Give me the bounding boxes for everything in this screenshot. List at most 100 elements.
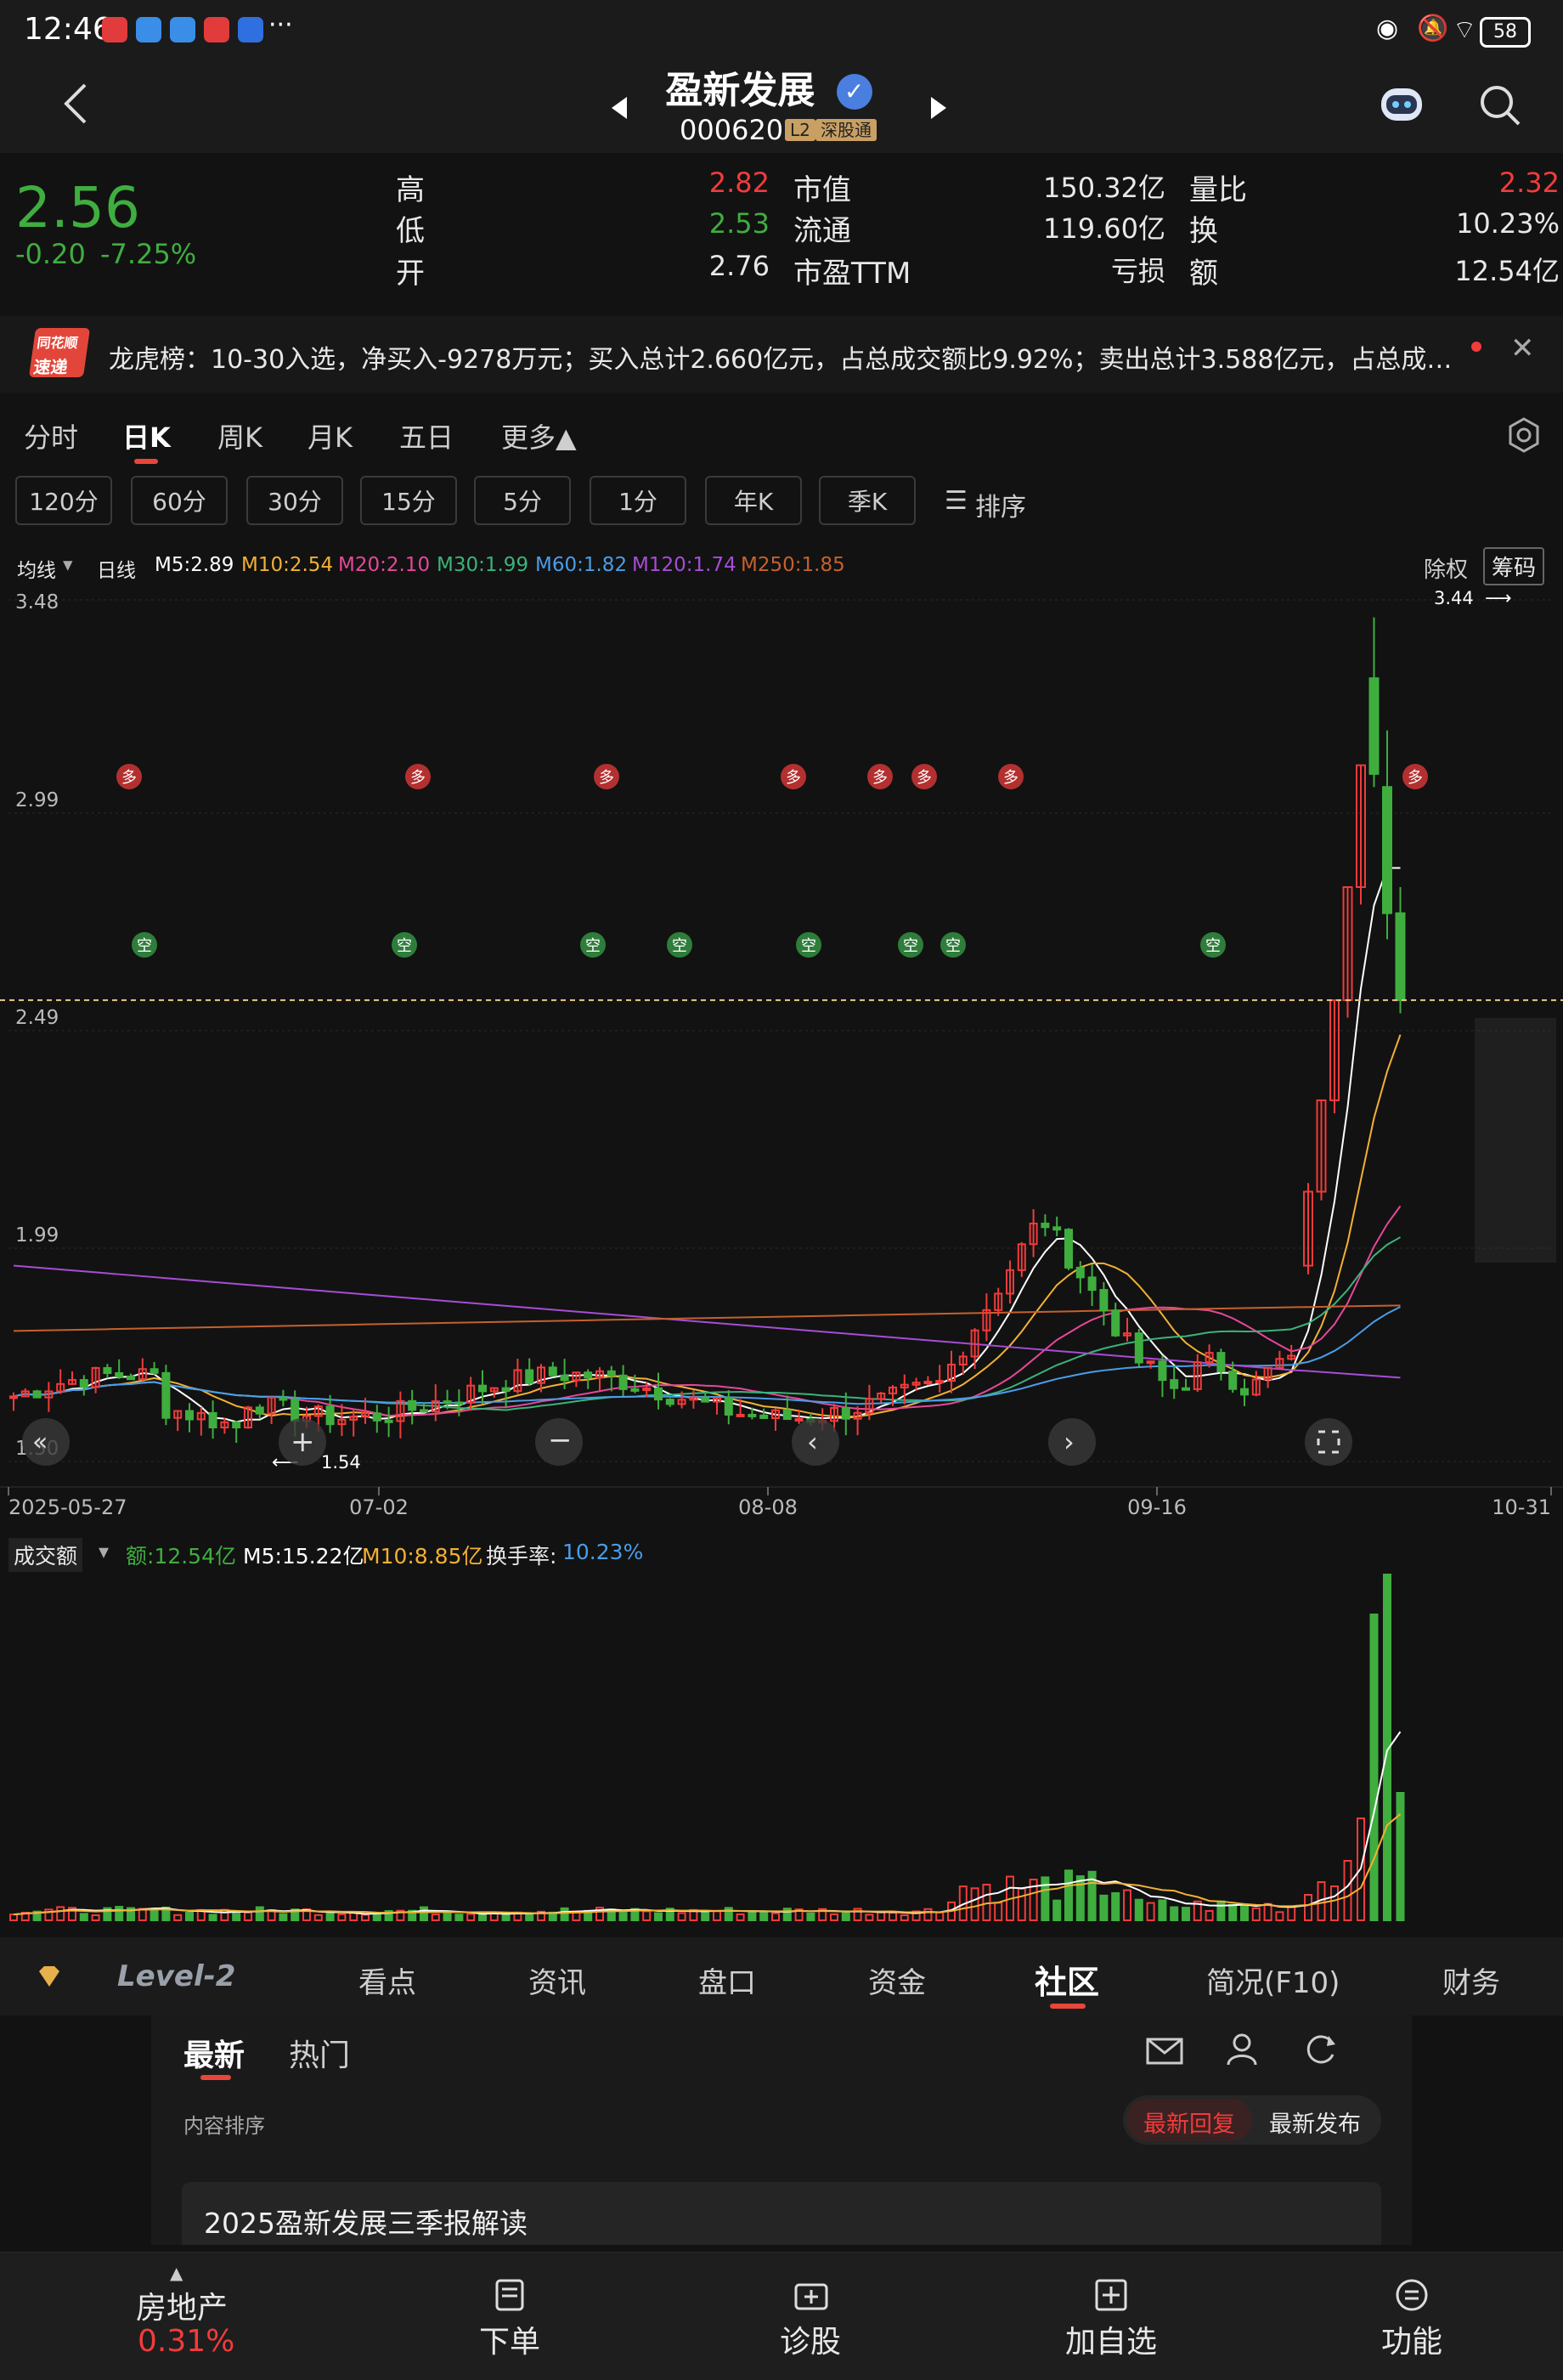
ma-type-select[interactable]: 均线 xyxy=(17,554,56,583)
interval-season-k[interactable]: 季K xyxy=(819,476,916,525)
fullscreen-icon[interactable] xyxy=(1305,1418,1352,1466)
interval-year-k[interactable]: 年K xyxy=(705,476,802,525)
sort-latest-publish[interactable]: 最新发布 xyxy=(1269,2106,1361,2139)
scroll-right-icon[interactable]: › xyxy=(1048,1418,1096,1466)
volume-bar xyxy=(420,1906,428,1921)
candle xyxy=(560,1374,569,1382)
volume-bar xyxy=(325,1912,335,1922)
interval-1m[interactable]: 1分 xyxy=(590,476,686,525)
tab-orderbook[interactable]: 盘口 xyxy=(698,1959,756,2001)
volume-chart[interactable] xyxy=(0,1574,1563,1924)
tab-monthly-k[interactable]: 月K xyxy=(308,416,353,455)
volume-bar xyxy=(1111,1891,1120,1922)
tab-hot[interactable]: 热门 xyxy=(289,2031,350,2075)
sector-name[interactable]: 房地产 xyxy=(136,2283,228,2327)
sort-button[interactable]: 排序 xyxy=(975,486,1026,523)
candle xyxy=(232,1421,241,1428)
tab-funds[interactable]: 资金 xyxy=(868,1959,926,2001)
mute-icon: 🔕 xyxy=(1417,14,1449,43)
chevron-down-icon[interactable]: ▾ xyxy=(99,1540,109,1563)
post-card[interactable]: 2025盈新发展三季报解读 xyxy=(182,2182,1381,2245)
tab-community[interactable]: 社区 xyxy=(1035,1956,1099,2003)
add-watchlist-icon[interactable] xyxy=(1094,2278,1128,2312)
close-icon[interactable]: ✕ xyxy=(1510,331,1535,365)
x-tick-label: 10-31 xyxy=(1492,1495,1551,1519)
tab-weekly-k[interactable]: 周K xyxy=(217,416,262,455)
candle xyxy=(841,1407,850,1420)
function-icon[interactable] xyxy=(1395,2278,1429,2312)
diagnose-button[interactable]: 诊股 xyxy=(725,2317,895,2361)
interval-5m[interactable]: 5分 xyxy=(474,476,571,525)
volume-bar xyxy=(1330,1885,1339,1921)
chips-toggle[interactable]: 筹码 xyxy=(1483,547,1545,585)
dragon-list-banner[interactable]: 同花顺 速递 龙虎榜：10-30入选，净买入-9278万元；买入总计2.660亿… xyxy=(0,316,1563,393)
zoom-in-icon[interactable]: + xyxy=(279,1418,326,1466)
candle xyxy=(1075,1266,1085,1279)
interval-30m[interactable]: 30分 xyxy=(246,476,343,525)
candle xyxy=(208,1411,217,1429)
tab-level2[interactable]: Level-2 xyxy=(117,1959,235,1993)
refresh-icon[interactable] xyxy=(1301,2031,1339,2068)
max-arrow-icon: ⟶ xyxy=(1485,588,1512,609)
chevron-down-icon[interactable]: ▾ xyxy=(63,554,73,576)
function-button[interactable]: 功能 xyxy=(1327,2317,1497,2361)
volume-bar xyxy=(1052,1899,1062,1922)
ma-line-label: 日线 xyxy=(97,560,136,582)
open-label: 开 xyxy=(396,257,425,291)
scroll-left-icon[interactable]: ‹ xyxy=(792,1418,839,1466)
y-tick-label: 2.99 xyxy=(15,789,59,811)
volume-bar xyxy=(478,1913,487,1921)
tab-daily-k[interactable]: 日K xyxy=(122,416,171,455)
current-price: 2.56 xyxy=(15,175,140,240)
interval-60m[interactable]: 60分 xyxy=(131,476,228,525)
exright-toggle[interactable]: 除权 xyxy=(1424,552,1468,584)
next-stock-icon[interactable] xyxy=(928,95,948,121)
tab-more[interactable]: 更多▲ xyxy=(501,416,577,455)
tab-intraday[interactable]: 分时 xyxy=(24,416,78,455)
volume-type-select[interactable]: 成交额 xyxy=(8,1538,83,1572)
zoom-out-icon[interactable]: − xyxy=(535,1418,583,1466)
tab-news[interactable]: 资讯 xyxy=(528,1959,586,2001)
sort-latest-reply[interactable]: 最新回复 xyxy=(1143,2106,1235,2139)
order-icon[interactable] xyxy=(494,2278,525,2312)
diagnose-icon[interactable] xyxy=(793,2278,829,2312)
volume-bar xyxy=(1205,1909,1214,1922)
chat-app-icon xyxy=(238,17,263,42)
candle xyxy=(665,1399,674,1405)
volume-bar xyxy=(771,1912,780,1922)
sort-toggle: 最新回复 最新发布 xyxy=(1123,2095,1381,2145)
kline-chart[interactable]: 3.482.992.491.991.50 空空空空空空空空多多多多多多多多 20… xyxy=(0,586,1563,1529)
long-signal: 多 xyxy=(121,769,137,787)
diamond-icon xyxy=(39,1966,59,1987)
volume-bar xyxy=(748,1910,757,1922)
candle xyxy=(185,1410,194,1421)
tab-f10[interactable]: 简况(F10) xyxy=(1206,1959,1340,2001)
candle xyxy=(630,1388,640,1392)
sort-icon[interactable]: ☰ xyxy=(945,486,968,516)
tab-finance[interactable]: 财务 xyxy=(1442,1959,1500,2001)
robot-assistant-icon[interactable] xyxy=(1376,80,1427,127)
candle xyxy=(1228,1371,1238,1390)
battery-icon: 58 xyxy=(1480,17,1531,48)
volume-legend: 成交额 ▾ 额:12.54亿 M5:15.22亿 M10:8.85亿 换手率: … xyxy=(0,1533,1563,1574)
tab-latest[interactable]: 最新 xyxy=(183,2031,245,2075)
interval-15m[interactable]: 15分 xyxy=(360,476,457,525)
candle xyxy=(127,1375,135,1381)
chevron-up-icon[interactable]: ▲ xyxy=(170,2263,183,2283)
tab-highlights[interactable]: 看点 xyxy=(358,1959,416,2001)
settings-icon[interactable] xyxy=(1505,416,1543,454)
user-icon[interactable] xyxy=(1223,2031,1261,2068)
rewind-icon[interactable]: « xyxy=(22,1418,70,1466)
interval-120m[interactable]: 120分 xyxy=(15,476,112,525)
news-logo: 同花顺 速递 xyxy=(28,328,91,377)
mail-icon[interactable] xyxy=(1145,2034,1184,2068)
order-button[interactable]: 下单 xyxy=(425,2317,595,2361)
volume-bar xyxy=(713,1910,721,1921)
volume-bar xyxy=(1170,1906,1179,1921)
long-signal: 多 xyxy=(917,769,932,787)
tab-five-day[interactable]: 五日 xyxy=(399,416,454,455)
candle xyxy=(443,1400,452,1405)
volume-bar xyxy=(150,1909,159,1922)
search-icon[interactable] xyxy=(1478,83,1522,127)
add-watchlist-button[interactable]: 加自选 xyxy=(1026,2317,1196,2361)
